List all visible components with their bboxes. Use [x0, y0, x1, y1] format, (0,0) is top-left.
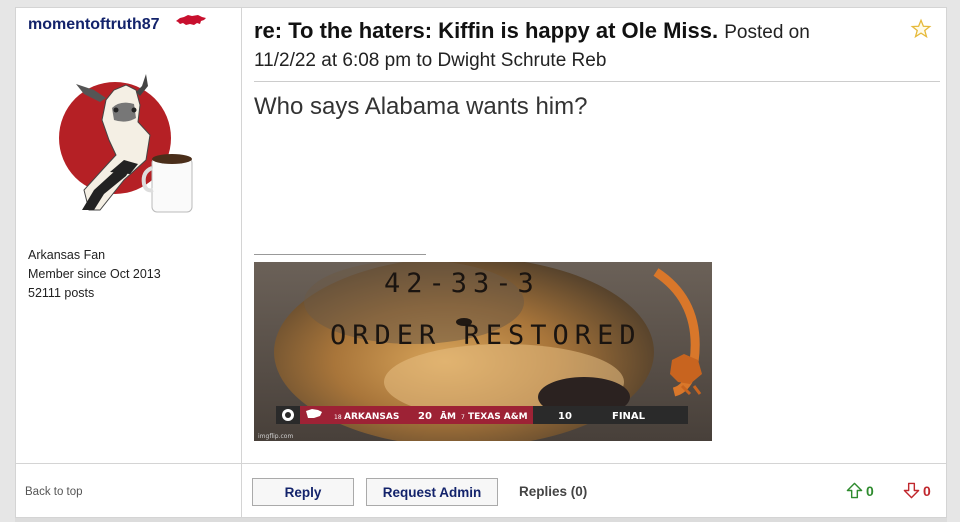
team2-name: TEXAS A&M	[468, 412, 528, 422]
downvote-count: 0	[923, 482, 931, 499]
star-outline-icon[interactable]	[910, 18, 932, 40]
replies-count[interactable]: Replies (0)	[519, 484, 587, 499]
header-divider	[254, 81, 940, 82]
forum-post: momentoftruth87 Arkansas Fan Member sinc…	[15, 7, 947, 464]
avatar	[59, 74, 193, 213]
post-title-line: re: To the haters: Kiffin is happy at Ol…	[254, 16, 940, 48]
signature-caption-text: ORDER RESTORED	[330, 320, 642, 351]
next-post-edge	[15, 518, 947, 522]
footer-left-cell: Back to top	[16, 464, 242, 517]
watermark: imgflip.com	[258, 433, 293, 440]
post-header: re: To the haters: Kiffin is happy at Ol…	[254, 16, 940, 74]
team2-score: 10	[558, 411, 572, 422]
user-post-count: 52111 posts	[28, 286, 95, 300]
razorback-hog-icon	[176, 15, 206, 25]
post-footer: Back to top Reply Request Admin Replies …	[15, 464, 947, 518]
svg-text:ĀM: ĀM	[440, 411, 456, 422]
signature-image: 42-33-3 ORDER RESTORED 18 ARKANSAS 20 ĀM…	[254, 262, 712, 441]
post-title: re: To the haters: Kiffin is happy at Ol…	[254, 18, 719, 43]
username-link[interactable]: momentoftruth87	[28, 16, 160, 34]
user-member-since: Member since Oct 2013	[28, 267, 161, 281]
request-admin-button[interactable]: Request Admin	[366, 478, 498, 506]
user-fan-of: Arkansas Fan	[28, 248, 106, 262]
upvote-count: 0	[866, 482, 874, 499]
signature-image-art: 42-33-3 ORDER RESTORED 18 ARKANSAS 20 ĀM…	[254, 262, 712, 441]
team2-rank: 7	[461, 414, 465, 421]
post-byline: 11/2/22 at 6:08 pm to Dwight Schrute Reb	[254, 50, 607, 71]
team1-rank: 18	[334, 414, 342, 421]
team1-score: 20	[418, 411, 432, 422]
team1-name: ARKANSAS	[344, 412, 399, 422]
back-to-top-link[interactable]: Back to top	[25, 486, 83, 498]
signature-record-text: 42-33-3	[384, 268, 540, 299]
posted-label: Posted on	[724, 22, 810, 43]
user-sidebar: momentoftruth87 Arkansas Fan Member sinc…	[16, 8, 242, 463]
game-status: FINAL	[612, 411, 646, 422]
user-meta: Arkansas Fan Member since Oct 2013 52111…	[28, 246, 161, 303]
thumb-up-arrow-icon	[846, 482, 863, 499]
post-body: Who says Alabama wants him?	[254, 93, 588, 120]
upvote-button[interactable]: 0	[846, 482, 874, 499]
reply-button[interactable]: Reply	[252, 478, 354, 506]
signature-rule	[254, 254, 426, 255]
downvote-button[interactable]: 0	[903, 482, 931, 499]
post-content: re: To the haters: Kiffin is happy at Ol…	[243, 8, 946, 463]
thumb-down-arrow-icon	[903, 482, 920, 499]
